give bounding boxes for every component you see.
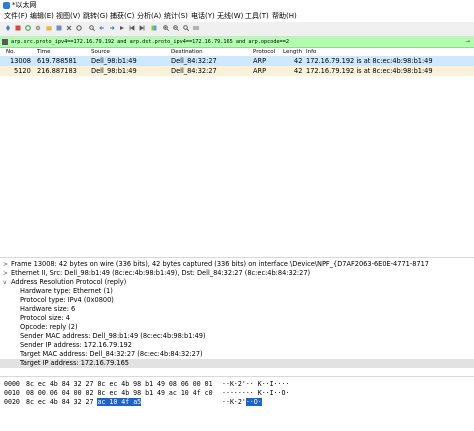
normal-size-icon[interactable] [183, 25, 189, 31]
packet-list-divider[interactable] [0, 257, 474, 258]
column-header-info[interactable]: Info [306, 48, 316, 56]
packet-no: 5120 [14, 67, 31, 75]
menu-file[interactable]: 文件(F) [4, 12, 28, 21]
detail-hardware-size[interactable]: Hardware size: 6 [0, 305, 474, 314]
menu-capture[interactable]: 捕获(C) [110, 12, 134, 21]
menu-help[interactable]: 帮助(H) [272, 12, 297, 21]
menu-tools[interactable]: 工具(T) [245, 12, 269, 21]
hex-selected-bytes[interactable]: ac 10 4f a5 [97, 398, 142, 406]
menu-go[interactable]: 跳转(G) [83, 12, 108, 21]
display-filter-bar[interactable]: arp.src.proto_ipv4==172.16.79.192 and ar… [0, 37, 474, 48]
detail-frame[interactable]: > Frame 13008: 42 bytes on wire (336 bit… [0, 260, 474, 269]
stop-capture-icon[interactable] [15, 25, 21, 31]
main-toolbar [0, 22, 474, 37]
packet-time: 619.788581 [37, 57, 77, 65]
start-capture-icon[interactable] [5, 25, 11, 31]
first-packet-icon[interactable] [129, 25, 135, 31]
bookmark-filter-icon[interactable] [2, 39, 8, 45]
detail-ethernet[interactable]: > Ethernet II, Src: Dell_98:b1:49 (8c:ec… [0, 269, 474, 278]
packet-length: 42 [294, 57, 303, 65]
expand-caret-icon[interactable]: > [3, 269, 8, 278]
wireshark-app-icon [3, 2, 10, 9]
ascii-selected-bytes[interactable]: ··O· [245, 398, 262, 406]
restart-capture-icon[interactable] [25, 25, 31, 31]
menu-view[interactable]: 视图(V) [56, 12, 80, 21]
resize-columns-icon[interactable] [193, 25, 199, 31]
packet-time: 216.887183 [37, 67, 77, 75]
expand-caret-icon[interactable]: > [3, 260, 8, 269]
detail-sender-mac[interactable]: Sender MAC address: Dell_98:b1:49 (8c:ec… [0, 332, 474, 341]
zoom-out-icon[interactable] [173, 25, 179, 31]
menu-analyze[interactable]: 分析(A) [137, 12, 161, 21]
packet-protocol: ARP [253, 67, 267, 75]
detail-protocol-size[interactable]: Protocol size: 4 [0, 314, 474, 323]
details-divider[interactable] [0, 376, 474, 377]
detail-hardware-type[interactable]: Hardware type: Ethernet (1) [0, 287, 474, 296]
packet-length: 42 [294, 67, 303, 75]
capture-options-icon[interactable] [35, 25, 41, 31]
title-bar: *以太网 [0, 0, 474, 11]
column-header-protocol[interactable]: Protocol [253, 48, 275, 56]
packet-source: Dell_98:b1:49 [91, 57, 137, 65]
go-to-packet-icon[interactable] [119, 25, 125, 31]
detail-target-mac[interactable]: Target MAC address: Dell_84:32:27 (8c:ec… [0, 350, 474, 359]
column-header-length[interactable]: Length [283, 48, 302, 56]
colorize-icon[interactable] [151, 25, 157, 31]
packet-destination: Dell_84:32:27 [171, 67, 217, 75]
apply-filter-arrow-icon[interactable]: → [465, 38, 470, 45]
window-title: *以太网 [12, 1, 37, 9]
go-back-icon[interactable] [99, 25, 105, 31]
column-header-source[interactable]: Source [91, 48, 110, 56]
display-filter-input[interactable]: arp.src.proto_ipv4==172.16.79.192 and ar… [11, 37, 289, 47]
detail-sender-ip[interactable]: Sender IP address: 172.16.79.192 [0, 341, 474, 350]
column-header-destination[interactable]: Destination [171, 48, 203, 56]
column-header-time[interactable]: Time [37, 48, 50, 56]
find-packet-icon[interactable] [89, 25, 95, 31]
packet-info: 172.16.79.192 is at 8c:ec:4b:98:b1:49 [306, 57, 433, 65]
collapse-caret-icon[interactable]: v [3, 278, 7, 287]
go-forward-icon[interactable] [109, 25, 115, 31]
close-file-icon[interactable] [66, 25, 72, 31]
packet-destination: Dell_84:32:27 [171, 57, 217, 65]
column-header-no[interactable]: No. [6, 48, 15, 56]
packet-no: 13008 [10, 57, 31, 65]
menu-statistics[interactable]: 统计(S) [164, 12, 188, 21]
zoom-in-icon[interactable] [163, 25, 169, 31]
menu-wireless[interactable]: 无线(W) [217, 12, 243, 21]
packet-info: 172.16.79.192 is at 8c:ec:4b:98:b1:49 [306, 67, 433, 75]
detail-protocol-type[interactable]: Protocol type: IPv4 (0x0800) [0, 296, 474, 305]
open-file-icon[interactable] [46, 25, 52, 31]
packet-source: Dell_98:b1:49 [91, 67, 137, 75]
packet-details-pane: > Frame 13008: 42 bytes on wire (336 bit… [0, 260, 474, 375]
packet-bytes-pane: 0000 8c ec 4b 84 32 27 8c ec 4b 98 b1 49… [0, 378, 474, 431]
packet-protocol: ARP [253, 57, 267, 65]
menu-edit[interactable]: 编辑(E) [30, 12, 54, 21]
detail-target-ip[interactable]: Target IP address: 172.16.79.165 [0, 359, 474, 368]
save-file-icon[interactable] [56, 25, 62, 31]
last-packet-icon[interactable] [139, 25, 145, 31]
detail-opcode[interactable]: Opcode: reply (2) [0, 323, 474, 332]
menu-bar: 文件(F) 编辑(E) 视图(V) 跳转(G) 捕获(C) 分析(A) 统计(S… [0, 11, 474, 22]
detail-arp[interactable]: v Address Resolution Protocol (reply) [0, 278, 474, 287]
reload-icon[interactable] [76, 25, 82, 31]
packet-row-selected[interactable]: 13008 619.788581 Dell_98:b1:49 Dell_84:3… [0, 56, 474, 66]
menu-telephony[interactable]: 电话(Y) [191, 12, 215, 21]
packet-row[interactable]: 5120 216.887183 Dell_98:b1:49 Dell_84:32… [0, 66, 474, 76]
